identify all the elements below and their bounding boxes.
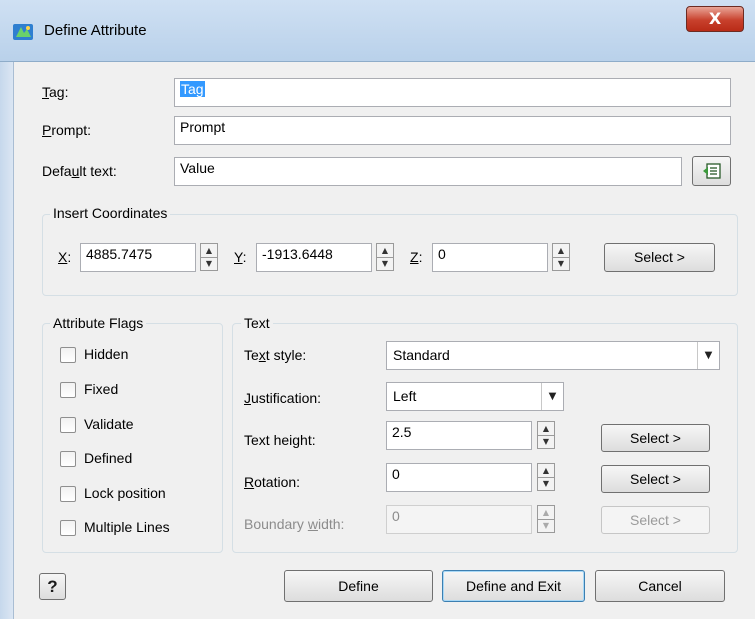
default-text-label: Default text:	[42, 163, 117, 179]
dropdown-arrow-icon[interactable]: ▼	[697, 342, 719, 369]
text-height-input[interactable]: 2.5	[386, 421, 532, 450]
spin-up-icon[interactable]: ▲	[377, 244, 393, 258]
boundary-width-select-button[interactable]: Select >	[601, 506, 710, 534]
define-and-exit-button[interactable]: Define and Exit	[442, 570, 585, 602]
lock-position-checkbox[interactable]	[60, 486, 76, 502]
default-text-input[interactable]: Value	[174, 157, 682, 186]
validate-checkbox[interactable]	[60, 417, 76, 433]
prompt-input[interactable]: Prompt	[174, 116, 731, 145]
close-icon: X	[708, 9, 722, 28]
z-label: Z:	[410, 249, 423, 265]
cancel-button[interactable]: Cancel	[595, 570, 725, 602]
window-title: Define Attribute	[44, 22, 147, 39]
window-frame-edge	[0, 62, 14, 619]
prompt-label: Prompt:	[42, 122, 92, 138]
text-style-dropdown[interactable]: Standard ▼	[386, 341, 720, 370]
spin-up-icon[interactable]: ▲	[538, 422, 554, 436]
multiple-lines-checkbox[interactable]	[60, 520, 76, 536]
boundary-width-input[interactable]: 0	[386, 505, 532, 534]
insert-coordinates-title: Insert Coordinates	[50, 205, 171, 221]
define-button[interactable]: Define	[284, 570, 433, 602]
dropdown-arrow-icon[interactable]: ▼	[541, 383, 563, 410]
text-height-label: Text height:	[244, 432, 316, 448]
insert-field-button[interactable]	[692, 156, 731, 186]
hidden-label: Hidden	[84, 346, 129, 362]
y-spinner[interactable]: ▲ ▼	[376, 243, 394, 271]
define-attribute-app-icon	[12, 22, 34, 42]
multiple-lines-label: Multiple Lines	[84, 519, 170, 535]
x-label: X:	[58, 249, 72, 265]
x-spinner[interactable]: ▲ ▼	[200, 243, 218, 271]
rotation-input[interactable]: 0	[386, 463, 532, 492]
spin-down-icon[interactable]: ▼	[377, 257, 393, 270]
text-height-select-button[interactable]: Select >	[601, 424, 710, 452]
fixed-label: Fixed	[84, 381, 119, 397]
defined-label: Defined	[84, 450, 133, 466]
spin-up-icon[interactable]: ▲	[538, 464, 554, 478]
rotation-label: Rotation:	[244, 474, 301, 490]
help-icon: ?	[47, 577, 58, 596]
justification-dropdown[interactable]: Left ▼	[386, 382, 564, 411]
spin-down-icon[interactable]: ▼	[538, 477, 554, 490]
z-coordinate-input[interactable]: 0	[432, 243, 548, 272]
insert-select-button[interactable]: Select >	[604, 243, 715, 272]
text-group-title: Text	[241, 315, 273, 331]
x-coordinate-input[interactable]: 4885.7475	[80, 243, 196, 272]
text-style-label: Text style:	[244, 347, 307, 363]
justification-value: Left	[393, 388, 417, 404]
validate-label: Validate	[84, 416, 134, 432]
tag-input-value: Tag	[180, 81, 205, 97]
close-button[interactable]: X	[686, 6, 744, 32]
text-height-spinner[interactable]: ▲ ▼	[537, 421, 555, 449]
spin-down-icon[interactable]: ▼	[201, 257, 217, 270]
fixed-checkbox[interactable]	[60, 382, 76, 398]
spin-up-icon[interactable]: ▲	[553, 244, 569, 258]
help-button[interactable]: ?	[39, 573, 66, 600]
tag-label: Tag:	[42, 84, 69, 100]
y-coordinate-input[interactable]: -1913.6448	[256, 243, 372, 272]
y-label: Y:	[234, 249, 247, 265]
text-style-value: Standard	[393, 347, 450, 363]
rotation-select-button[interactable]: Select >	[601, 465, 710, 493]
spin-down-icon[interactable]: ▼	[538, 519, 554, 532]
tag-input[interactable]: Tag	[174, 78, 731, 107]
boundary-width-label: Boundary width:	[244, 516, 345, 532]
spin-down-icon[interactable]: ▼	[553, 257, 569, 270]
rotation-spinner[interactable]: ▲ ▼	[537, 463, 555, 491]
attribute-flags-title: Attribute Flags	[50, 315, 147, 331]
hidden-checkbox[interactable]	[60, 347, 76, 363]
spin-up-icon[interactable]: ▲	[201, 244, 217, 258]
spin-up-icon[interactable]: ▲	[538, 506, 554, 520]
z-spinner[interactable]: ▲ ▼	[552, 243, 570, 271]
spin-down-icon[interactable]: ▼	[538, 435, 554, 448]
lock-position-label: Lock position	[84, 485, 166, 501]
justification-label: Justification:	[244, 390, 322, 406]
insert-field-icon	[702, 163, 721, 179]
defined-checkbox[interactable]	[60, 451, 76, 467]
boundary-width-spinner[interactable]: ▲ ▼	[537, 505, 555, 533]
